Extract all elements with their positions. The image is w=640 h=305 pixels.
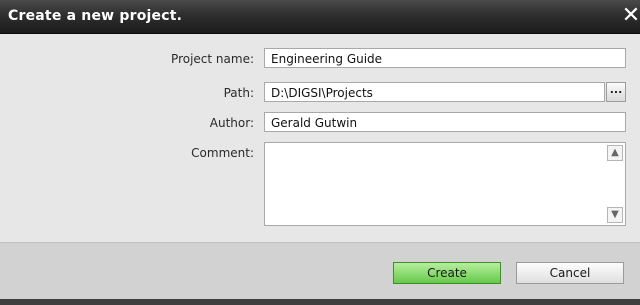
scroll-down-icon[interactable]: ▼ <box>607 207 623 223</box>
dialog-titlebar: Create a new project. ✕ <box>0 0 640 34</box>
dialog-title: Create a new project. <box>8 8 183 24</box>
close-icon[interactable]: ✕ <box>620 4 640 28</box>
cancel-button[interactable]: Cancel <box>516 262 624 284</box>
scroll-up-icon[interactable]: ▲ <box>607 145 623 161</box>
dialog-footer: Create Cancel <box>0 242 640 303</box>
create-button[interactable]: Create <box>393 262 501 284</box>
author-label: Author: <box>209 116 254 130</box>
project-name-label: Project name: <box>171 52 254 66</box>
path-row: Path: D:\DIGSI\Projects ... <box>0 82 640 104</box>
bottom-strip <box>0 299 640 305</box>
comment-label: Comment: <box>191 146 254 160</box>
author-row: Author: Gerald Gutwin <box>0 112 640 134</box>
path-field[interactable]: D:\DIGSI\Projects <box>264 82 605 102</box>
path-label: Path: <box>223 86 254 100</box>
project-name-row: Project name: Engineering Guide <box>0 48 640 70</box>
create-project-dialog: Create a new project. ✕ Project name: En… <box>0 0 640 305</box>
browse-button[interactable]: ... <box>606 82 626 102</box>
author-field[interactable]: Gerald Gutwin <box>264 112 626 132</box>
comment-textarea[interactable]: ▲ ▼ <box>264 142 626 226</box>
project-name-field[interactable]: Engineering Guide <box>264 48 626 68</box>
comment-text <box>265 143 625 149</box>
